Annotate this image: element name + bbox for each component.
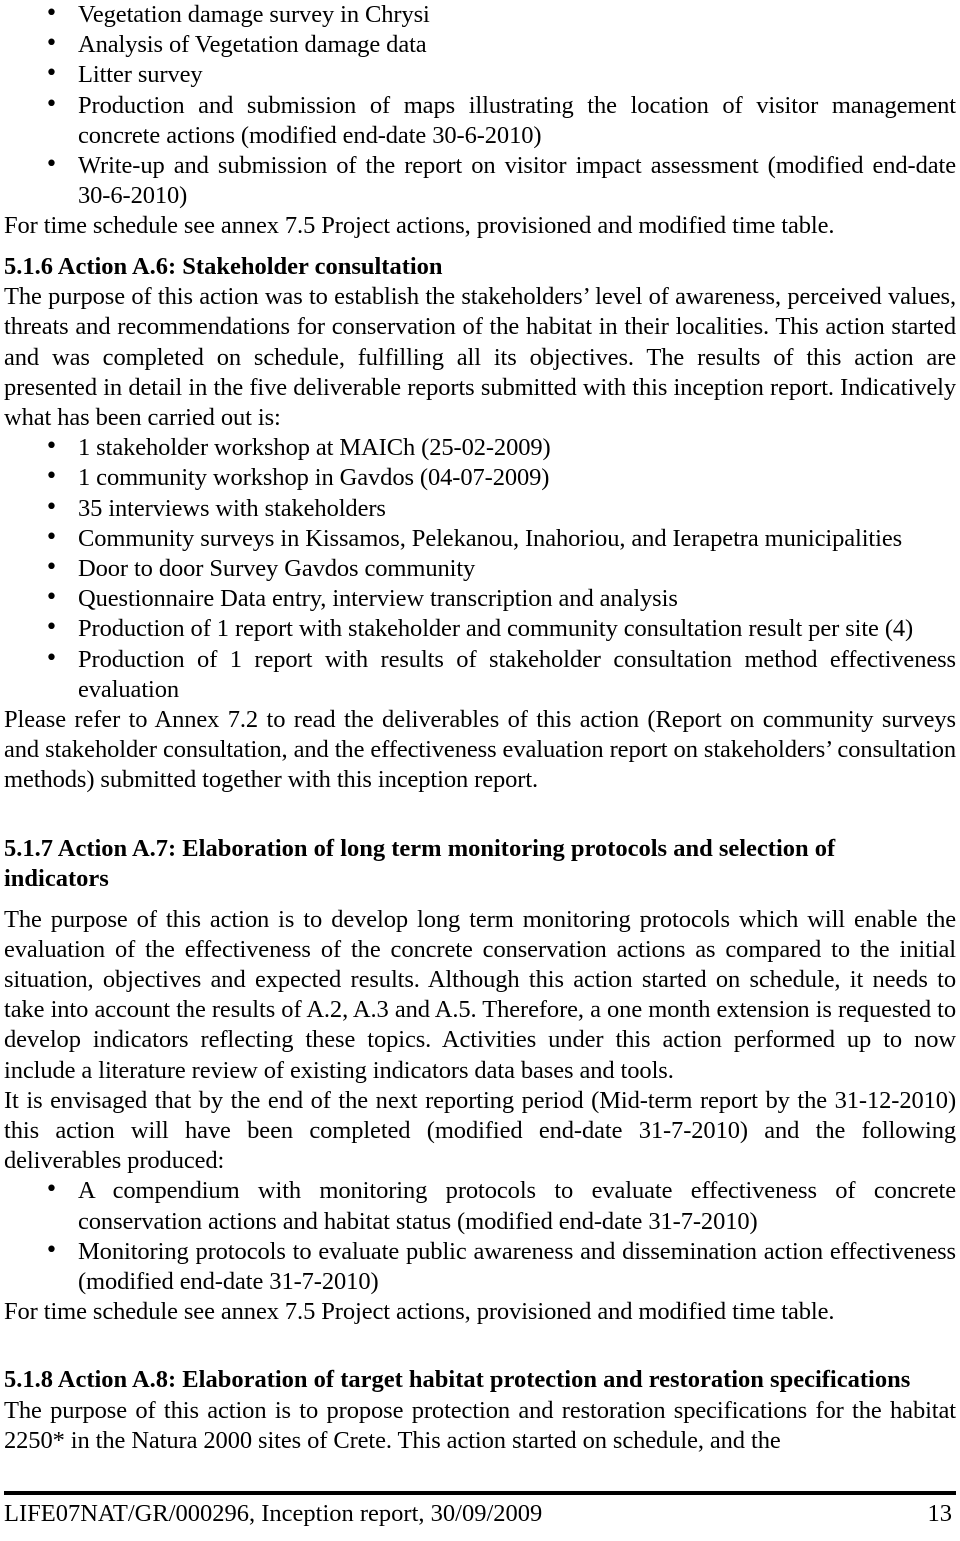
page-footer: LIFE07NAT/GR/000296, Inception report, 3… — [4, 1491, 956, 1531]
list-item: Community surveys in Kissamos, Pelekanou… — [4, 523, 956, 554]
a7-bullet-list: A compendium with monitoring protocols t… — [4, 1175, 956, 1297]
footer-row: LIFE07NAT/GR/000296, Inception report, 3… — [4, 1495, 956, 1531]
paragraph-a6-intro: The purpose of this action was to establ… — [4, 283, 956, 431]
heading-section-a6: 5.1.6 Action A.6: Stakeholder consultati… — [4, 252, 443, 280]
list-item: Write-up and submission of the report on… — [4, 150, 956, 211]
list-item: 35 interviews with stakeholders — [4, 493, 956, 524]
list-item: Door to door Survey Gavdos community — [4, 553, 956, 584]
list-item: Analysis of Vegetation damage data — [4, 29, 956, 60]
list-item: A compendium with monitoring protocols t… — [4, 1175, 956, 1236]
list-item: 1 stakeholder workshop at MAICh (25-02-2… — [4, 432, 956, 463]
list-item: Production of 1 report with results of s… — [4, 644, 956, 705]
paragraph-a7-1: The purpose of this action is to develop… — [4, 905, 956, 1084]
heading-section-a7-line2: indicators — [4, 865, 109, 893]
heading-section-a8: 5.1.8 Action A.8: Elaboration of target … — [4, 1366, 911, 1394]
top-time-schedule-note: For time schedule see annex 7.5 Project … — [4, 212, 835, 240]
heading-section-a7-line1: 5.1.7 Action A.7: Elaboration of long te… — [4, 834, 956, 865]
list-item: Questionnaire Data entry, interview tran… — [4, 583, 956, 614]
list-item: Production of 1 report with stakeholder … — [4, 613, 956, 644]
list-item: Monitoring protocols to evaluate public … — [4, 1236, 956, 1297]
heading-a7-line1-text: 5.1.7 Action A.7: Elaboration of long te… — [4, 834, 836, 862]
document-page: Vegetation damage survey in Chrysi Analy… — [0, 0, 960, 1541]
footer-reference: LIFE07NAT/GR/000296, Inception report, 3… — [4, 1500, 543, 1527]
paragraph-a7-2: It is envisaged that by the end of the n… — [4, 1086, 956, 1175]
list-item: Production and submission of maps illust… — [4, 90, 956, 151]
page-content: Vegetation damage survey in Chrysi Analy… — [4, 0, 956, 1456]
top-bullet-list: Vegetation damage survey in Chrysi Analy… — [4, 0, 956, 211]
paragraph-a7-closing: For time schedule see annex 7.5 Project … — [4, 1298, 835, 1326]
list-item: Litter survey — [4, 59, 956, 90]
list-item: Vegetation damage survey in Chrysi — [4, 0, 956, 30]
paragraph-a8-1: The purpose of this action is to propose… — [4, 1396, 956, 1455]
paragraph-a6-closing: Please refer to Annex 7.2 to read the de… — [4, 705, 956, 794]
page-number: 13 — [927, 1500, 953, 1527]
a6-bullet-list: 1 stakeholder workshop at MAICh (25-02-2… — [4, 432, 956, 705]
list-item: 1 community workshop in Gavdos (04-07-20… — [4, 462, 956, 493]
